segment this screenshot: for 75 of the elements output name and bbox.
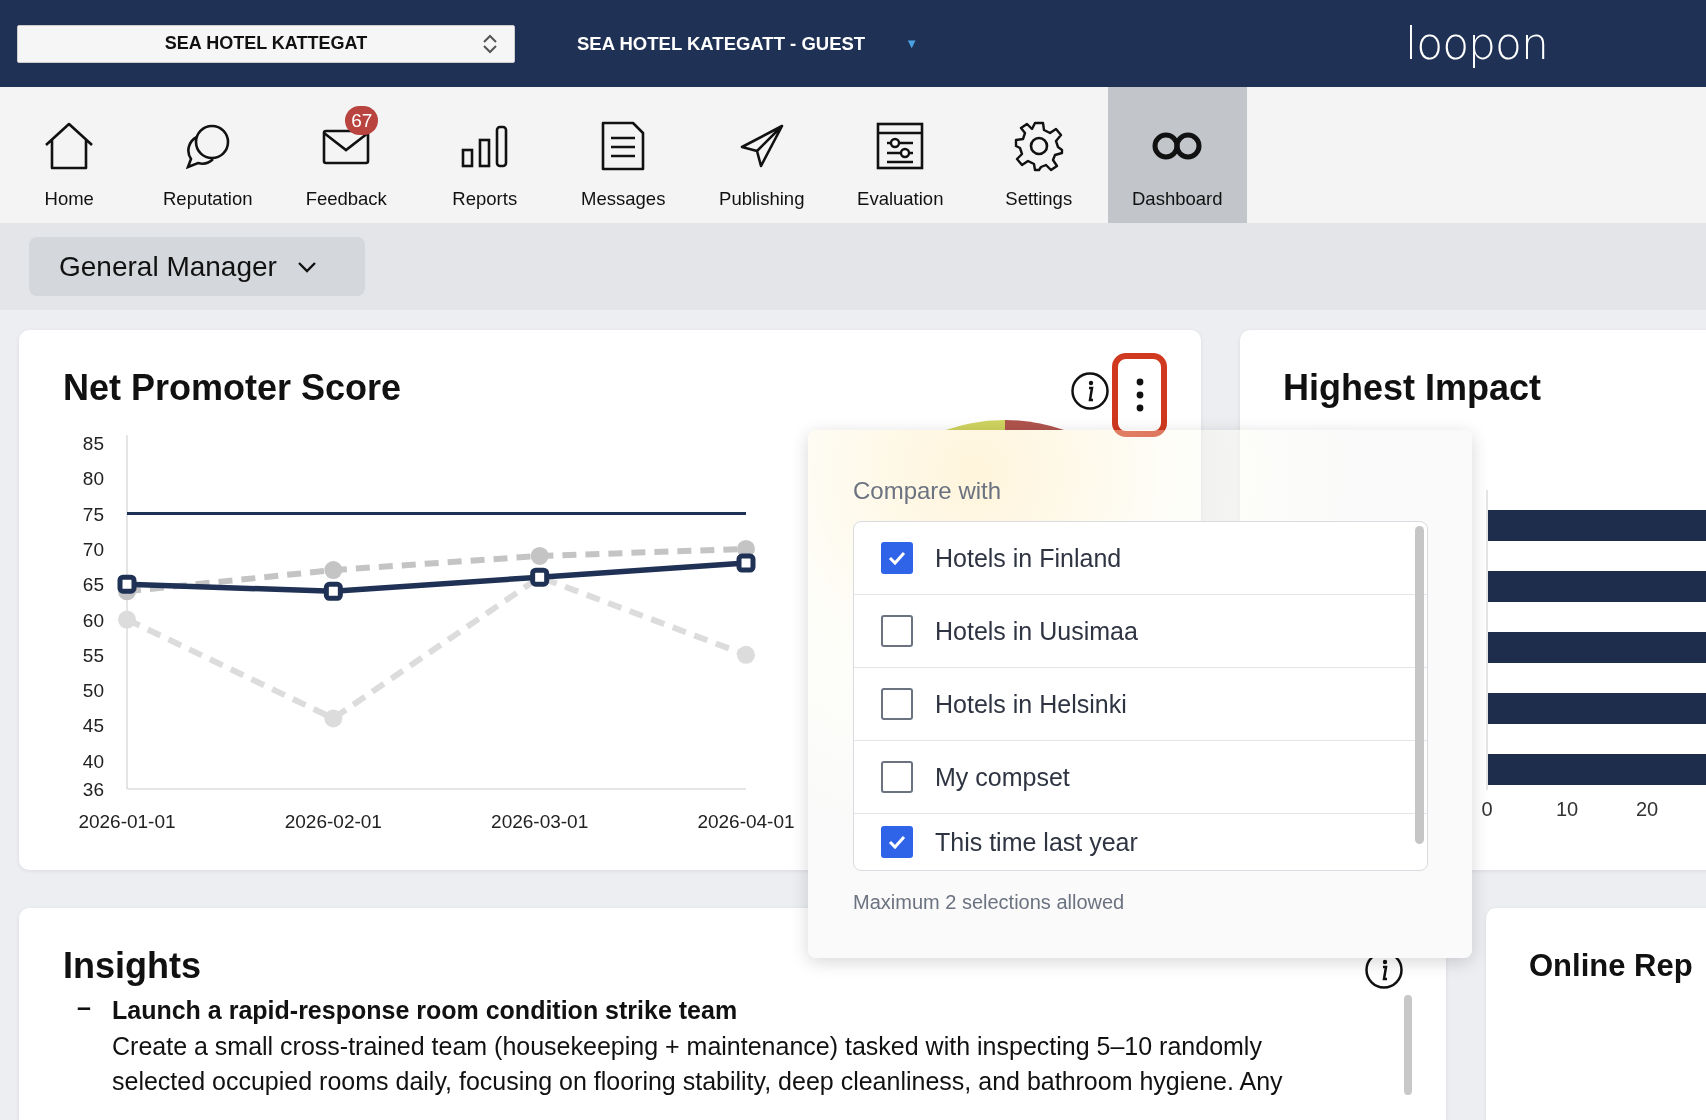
nav-tab[interactable]: Settings	[969, 87, 1108, 223]
nav-tab[interactable]: Evaluation	[831, 87, 970, 223]
card-title: Online Rep	[1529, 947, 1693, 985]
checkbox[interactable]	[881, 688, 913, 720]
data-point	[324, 561, 343, 580]
card-title: Net Promoter Score	[62, 366, 402, 410]
nav-tab[interactable]: Reputation	[138, 87, 277, 223]
data-point	[117, 574, 137, 594]
data-point	[736, 553, 756, 573]
checkbox[interactable]	[881, 542, 913, 574]
scrollbar[interactable]	[1415, 526, 1424, 844]
card-title: Insights	[63, 944, 201, 988]
option-row[interactable]: Hotels in Helsinki	[854, 668, 1427, 741]
axis-date-label: 2026-04-01	[697, 811, 795, 832]
option-row[interactable]: My compset	[854, 741, 1427, 814]
axis-tick-label: 45	[82, 715, 104, 737]
document-icon	[600, 120, 647, 172]
scrollbar[interactable]	[1404, 995, 1412, 1095]
settings-icon	[1012, 120, 1065, 172]
role-dropdown[interactable]: General Manager	[29, 237, 365, 296]
card-title: Highest Impact	[1282, 366, 1542, 410]
popover-label: Compare with	[853, 477, 1003, 505]
account-menu[interactable]: SEA HOTEL KATEGATT - GUEST	[577, 32, 866, 55]
nav-tab[interactable]: Home	[0, 87, 139, 223]
axis-tick-label: 10	[1555, 798, 1579, 821]
paper-plane-icon	[738, 123, 785, 169]
sliders-window-icon	[875, 121, 926, 171]
axis-tick-label: 36	[82, 779, 104, 800]
nav-tab[interactable]: Messages	[554, 87, 693, 223]
dropdown-caret[interactable]: ▼	[905, 36, 918, 51]
axis-tick-label: 85	[82, 433, 104, 454]
checkbox[interactable]	[881, 826, 913, 858]
nav-tab[interactable]: Publishing	[692, 87, 831, 223]
axis-tick-label: 55	[82, 644, 104, 666]
nav-tab[interactable]: Reports	[415, 87, 554, 223]
axis-tick-label: 75	[82, 503, 104, 525]
checkmark-icon	[887, 550, 907, 566]
data-point	[737, 645, 755, 664]
axis-tick-label: 70	[82, 538, 104, 560]
option-row[interactable]: This time last year	[854, 814, 1427, 870]
axis-tick-label: 0	[1481, 798, 1493, 821]
axis-tick-label: 20	[1635, 798, 1659, 821]
data-point	[324, 709, 343, 728]
notification-badge: 67	[345, 106, 379, 135]
logo: loopon	[1405, 18, 1548, 69]
checkbox[interactable]	[881, 761, 913, 793]
axis-date-label: 2026-02-01	[284, 811, 382, 832]
axis-tick-label: 80	[82, 468, 104, 490]
axis-date-label: 2026-03-01	[491, 811, 589, 832]
nav-tab[interactable]: Dashboard	[1108, 87, 1247, 223]
vertical-dots-icon	[1135, 378, 1144, 412]
info-icon[interactable]	[1070, 371, 1110, 411]
axis-tick-label: 50	[82, 680, 104, 702]
chevron-down-icon	[296, 260, 317, 273]
insight-title: Launch a rapid-response room condition strike team	[112, 995, 739, 1026]
hotel-select[interactable]: SEA HOTEL KATTEGAT	[17, 24, 515, 63]
bar-chart-icon	[459, 124, 510, 168]
loop-icon	[1151, 130, 1204, 162]
sort-arrows-icon	[482, 32, 498, 55]
axis-date-label: 2026-01-01	[78, 811, 176, 832]
list-marker: –	[77, 993, 92, 1023]
more-options-button[interactable]	[1112, 353, 1167, 437]
option-row[interactable]: Hotels in Uusimaa	[854, 595, 1427, 668]
nav-tab[interactable]: 67 Feedback	[277, 87, 416, 223]
axis-tick-label: 60	[82, 609, 104, 631]
data-point	[323, 581, 343, 601]
checkmark-icon	[887, 834, 907, 850]
option-row[interactable]: Hotels in Finland	[854, 522, 1427, 595]
data-point	[530, 547, 549, 565]
hint-text: Maximum 2 selections allowed	[853, 891, 1126, 914]
checkbox[interactable]	[881, 615, 913, 647]
insight-text: Create a small cross-trained team (housekeeping + maintenance) tasked with inspecting 5–10 randomly selected occupied rooms daily, focusing on flooring stability, deep cleanliness, and bathroom hygiene. Any	[112, 1030, 1284, 1097]
axis-tick-label: 65	[82, 574, 104, 596]
data-point	[530, 567, 550, 587]
axis-tick-label: 40	[82, 750, 104, 772]
